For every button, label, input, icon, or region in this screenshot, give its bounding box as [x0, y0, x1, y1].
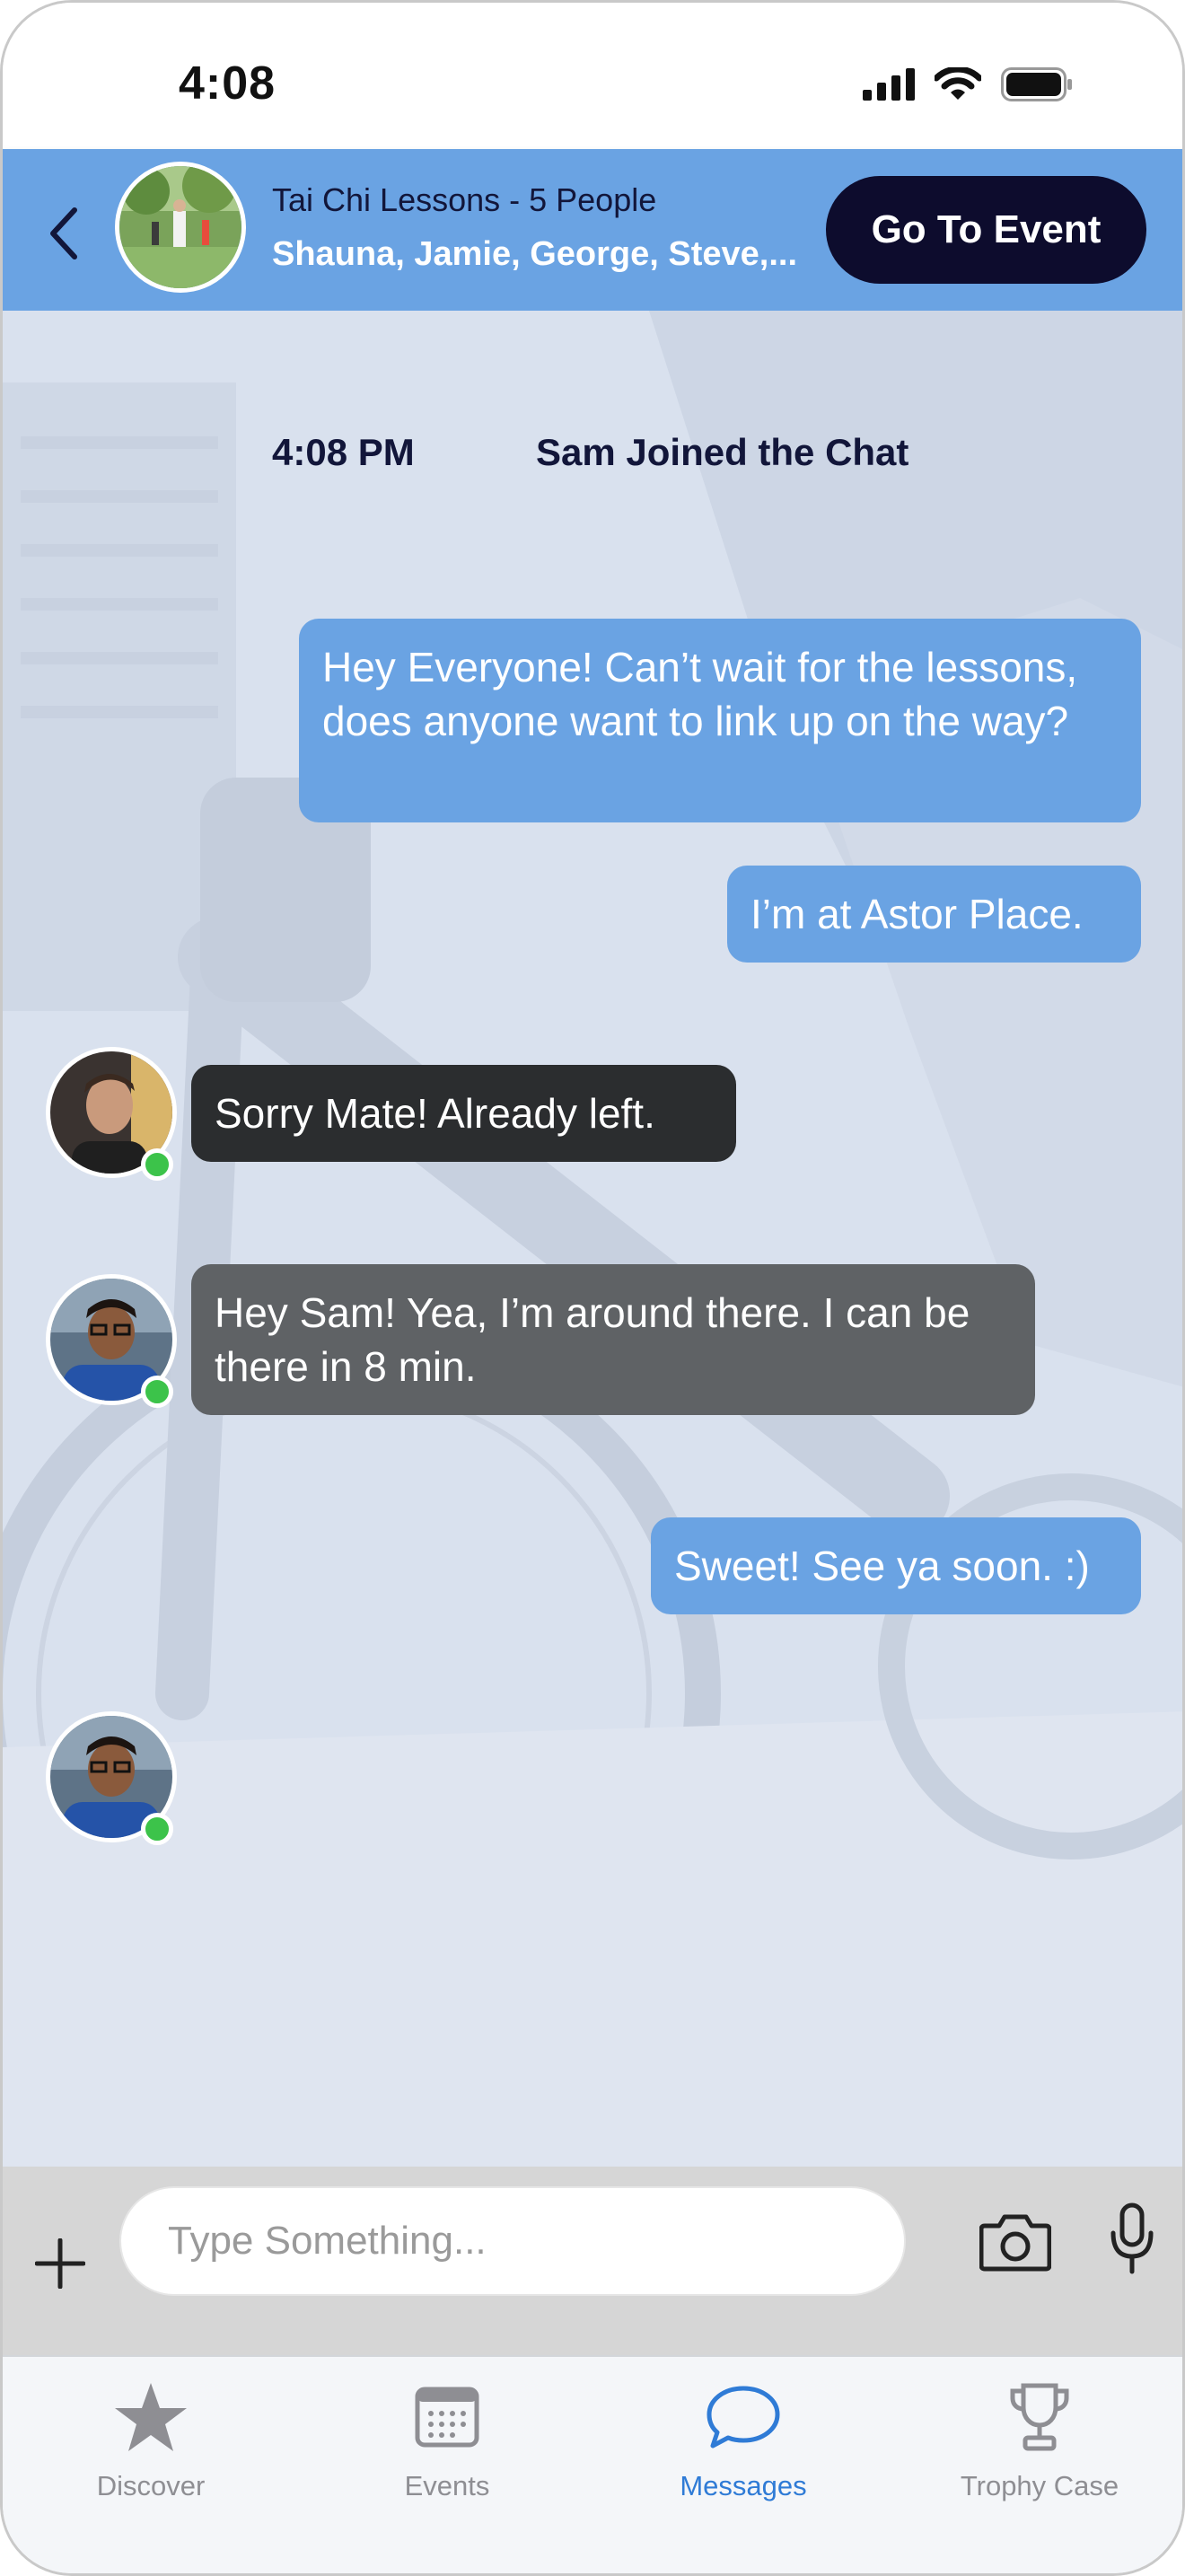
chat-background-bicycle-image: [3, 311, 1182, 2167]
tab-label: Messages: [680, 2470, 807, 2501]
system-message-time: 4:08 PM: [272, 431, 415, 473]
status-time: 4:08: [179, 57, 276, 110]
tab-label: Events: [404, 2470, 490, 2501]
message-bubble-outgoing[interactable]: Hey Everyone! Can’t wait for the lessons…: [299, 619, 1141, 822]
group-photo-icon: [119, 166, 241, 288]
message-bubble-incoming[interactable]: Hey Sam! Yea, I’m around there. I can be…: [191, 1264, 1035, 1415]
microphone-button[interactable]: [1109, 2202, 1155, 2274]
message-bubble-outgoing[interactable]: Sweet! See ya soon. :): [651, 1517, 1141, 1614]
add-attachment-button[interactable]: [34, 2238, 86, 2290]
back-button[interactable]: [42, 207, 87, 260]
chevron-left-icon: [50, 207, 77, 259]
camera-button[interactable]: [979, 2211, 1052, 2273]
online-status-indicator: [141, 1813, 173, 1845]
message-composer: [3, 2167, 1182, 2355]
cellular-signal-icon: [863, 68, 915, 101]
message-bubble-outgoing[interactable]: I’m at Astor Place.: [727, 866, 1141, 963]
system-message-text: Sam Joined the Chat: [536, 431, 909, 473]
plus-icon: [34, 2238, 86, 2290]
chat-bubble-icon: [703, 2377, 784, 2457]
battery-icon: [1001, 67, 1072, 101]
message-input[interactable]: [119, 2186, 906, 2296]
trophy-icon: [999, 2377, 1080, 2457]
tab-label: Discover: [96, 2470, 206, 2501]
chat-members: Shauna, Jamie, George, Steve,...: [272, 235, 798, 273]
calendar-icon: [407, 2377, 487, 2457]
phone-frame: 4:08 Tai Chi Lessons - 5 People Shauna, …: [0, 0, 1185, 2576]
tab-bar: Discover Events Messages Trophy Case: [3, 2355, 1182, 2573]
microphone-icon: [1110, 2202, 1154, 2274]
tab-discover[interactable]: Discover: [34, 2366, 268, 2510]
tab-label: Trophy Case: [960, 2470, 1119, 2501]
go-to-event-button[interactable]: Go To Event: [826, 176, 1146, 284]
online-status-indicator: [141, 1376, 173, 1408]
message-bubble-incoming[interactable]: Sorry Mate! Already left.: [191, 1065, 736, 1162]
star-icon: [110, 2377, 191, 2457]
chat-title: Tai Chi Lessons - 5 People: [272, 181, 657, 218]
group-avatar[interactable]: [115, 162, 246, 293]
tab-events[interactable]: Events: [330, 2366, 564, 2510]
chat-header: Tai Chi Lessons - 5 People Shauna, Jamie…: [3, 149, 1182, 311]
tab-trophy-case[interactable]: Trophy Case: [923, 2366, 1156, 2510]
camera-icon: [979, 2214, 1052, 2272]
status-bar: 4:08: [3, 3, 1182, 149]
status-icons: [863, 67, 1073, 101]
online-status-indicator: [141, 1148, 173, 1181]
chat-area[interactable]: 4:08 PM Sam Joined the Chat Hey Everyone…: [3, 311, 1182, 2167]
tab-messages[interactable]: Messages: [627, 2366, 860, 2510]
wifi-icon: [935, 67, 981, 100]
